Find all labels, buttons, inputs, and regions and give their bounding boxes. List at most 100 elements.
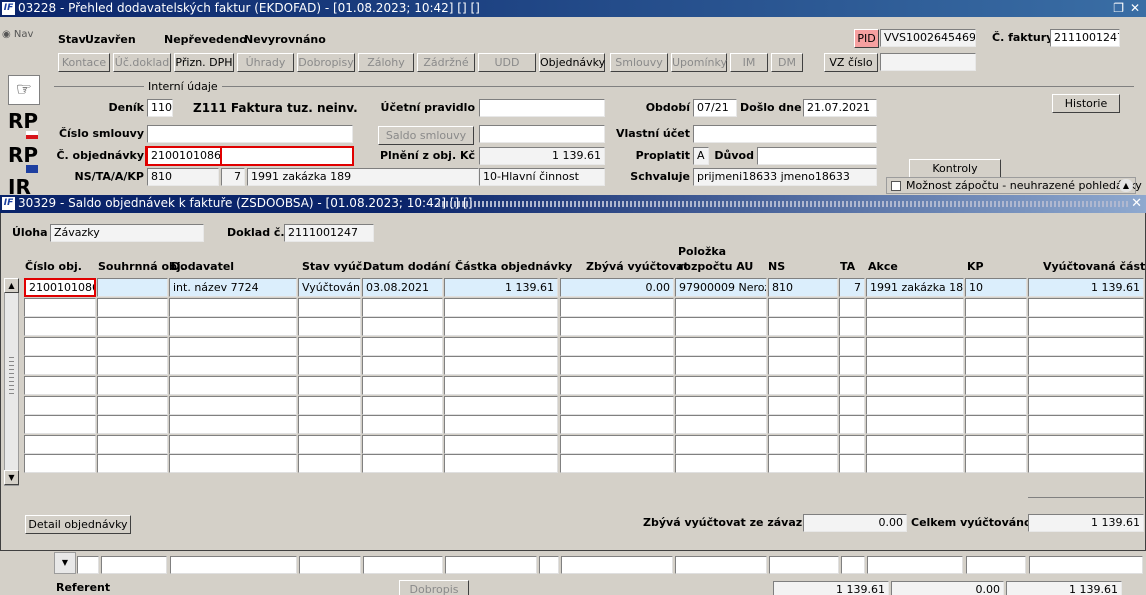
empty-cell[interactable] — [768, 434, 838, 454]
ns-field[interactable]: 810 — [147, 168, 219, 186]
empty-cell[interactable] — [24, 356, 96, 376]
empty-cell[interactable] — [362, 415, 443, 435]
empty-cell[interactable] — [839, 336, 865, 356]
row1-stav[interactable]: Vyúčtováno — [298, 278, 361, 297]
empty-cell[interactable] — [866, 336, 964, 356]
duvod-field[interactable] — [757, 147, 877, 165]
empty-cell[interactable] — [675, 297, 767, 317]
empty-cell[interactable] — [965, 297, 1027, 317]
scroll-up-icon[interactable]: ▲ — [1119, 179, 1133, 192]
empty-cell[interactable] — [444, 376, 558, 395]
cislo-objednavky-field[interactable]: 2100101086 — [146, 146, 222, 166]
row1-kp[interactable]: 10 — [965, 278, 1027, 297]
empty-cell[interactable] — [298, 434, 361, 454]
empty-cell[interactable] — [362, 376, 443, 395]
zbyva-ze-zavazku-field[interactable]: 0.00 — [803, 514, 907, 532]
bottom-scroll-down-icon[interactable]: ▼ — [54, 552, 76, 574]
bottom-grid-cell[interactable] — [966, 556, 1026, 574]
row1-zbyva[interactable]: 0.00 — [560, 278, 674, 297]
empty-cell[interactable] — [24, 336, 96, 356]
empty-cell[interactable] — [768, 395, 838, 415]
empty-cell[interactable] — [866, 454, 964, 474]
empty-cell[interactable] — [169, 395, 297, 415]
empty-cell[interactable] — [1028, 415, 1144, 435]
empty-cell[interactable] — [768, 317, 838, 337]
detail-objednavky-button[interactable]: Detail objednávky — [25, 515, 131, 534]
empty-cell[interactable] — [675, 415, 767, 435]
empty-cell[interactable] — [362, 356, 443, 376]
empty-cell[interactable] — [1028, 356, 1144, 376]
empty-cell[interactable] — [298, 376, 361, 395]
empty-cell[interactable] — [866, 376, 964, 395]
close-icon[interactable]: ✕ — [1130, 0, 1140, 17]
empty-cell[interactable] — [839, 434, 865, 454]
empty-cell[interactable] — [1028, 317, 1144, 337]
empty-cell[interactable] — [768, 376, 838, 395]
empty-cell[interactable] — [560, 297, 674, 317]
empty-cell[interactable] — [560, 415, 674, 435]
row1-dodavatel[interactable]: int. název 7724 — [169, 278, 297, 297]
proplatit-field[interactable]: A — [693, 147, 709, 165]
cislo-smlouvy-field[interactable] — [147, 125, 353, 143]
empty-cell[interactable] — [768, 297, 838, 317]
denik-field[interactable]: 110 — [147, 99, 173, 117]
row1-polozka[interactable]: 97900009 Nerozliš — [675, 278, 767, 297]
row1-akce[interactable]: 1991 zakázka 189 — [866, 278, 964, 297]
empty-cell[interactable] — [965, 434, 1027, 454]
empty-cell[interactable] — [560, 434, 674, 454]
empty-cell[interactable] — [839, 356, 865, 376]
empty-cell[interactable] — [560, 395, 674, 415]
empty-cell[interactable] — [97, 415, 168, 435]
table-scrollbar[interactable]: ▲ ▼ — [4, 278, 19, 486]
empty-cell[interactable] — [839, 415, 865, 435]
cislo-faktury-field[interactable]: 2111001247 — [1050, 29, 1120, 47]
empty-cell[interactable] — [768, 454, 838, 474]
bottom-grid-cell[interactable] — [841, 556, 865, 574]
empty-cell[interactable] — [866, 317, 964, 337]
empty-cell[interactable] — [560, 336, 674, 356]
empty-cell[interactable] — [444, 454, 558, 474]
empty-cell[interactable] — [866, 415, 964, 435]
upominky-button[interactable]: Upomínky — [671, 53, 727, 72]
obdobi-field[interactable]: 07/21 — [693, 99, 737, 117]
bottom-grid-cell[interactable] — [769, 556, 839, 574]
pid-field[interactable]: VVS1002645469 — [880, 29, 976, 47]
empty-cell[interactable] — [965, 317, 1027, 337]
celkem-vyuctovano-field[interactable]: 1 139.61 — [1028, 514, 1144, 532]
empty-cell[interactable] — [1028, 395, 1144, 415]
restore-icon[interactable]: ❐ — [1113, 0, 1124, 17]
ta-field[interactable]: 7 — [221, 168, 245, 186]
empty-cell[interactable] — [298, 454, 361, 474]
bottom-grid-cell[interactable] — [101, 556, 167, 574]
bottom-grid-cell[interactable] — [363, 556, 443, 574]
empty-cell[interactable] — [97, 356, 168, 376]
empty-cell[interactable] — [560, 454, 674, 474]
uhrady-button[interactable]: Úhrady — [237, 53, 294, 72]
empty-cell[interactable] — [24, 454, 96, 474]
empty-cell[interactable] — [298, 297, 361, 317]
row1-castka[interactable]: 1 139.61 — [444, 278, 558, 297]
empty-cell[interactable] — [444, 356, 558, 376]
doslo-dne-field[interactable]: 21.07.2021 — [803, 99, 877, 117]
empty-cell[interactable] — [97, 395, 168, 415]
row1-ta[interactable]: 7 — [839, 278, 865, 297]
empty-cell[interactable] — [298, 317, 361, 337]
empty-cell[interactable] — [965, 376, 1027, 395]
vz-cislo-field[interactable] — [880, 53, 976, 71]
empty-cell[interactable] — [560, 317, 674, 337]
empty-cell[interactable] — [169, 356, 297, 376]
bottom-total-2[interactable]: 0.00 — [891, 581, 1004, 595]
empty-cell[interactable] — [298, 356, 361, 376]
kontroly-button[interactable]: Kontroly — [909, 159, 1001, 178]
historie-button[interactable]: Historie — [1052, 94, 1120, 113]
bottom-grid-cell[interactable] — [675, 556, 767, 574]
empty-cell[interactable] — [362, 395, 443, 415]
empty-cell[interactable] — [675, 454, 767, 474]
empty-cell[interactable] — [965, 356, 1027, 376]
empty-cell[interactable] — [1028, 434, 1144, 454]
empty-cell[interactable] — [675, 317, 767, 337]
empty-cell[interactable] — [97, 454, 168, 474]
empty-cell[interactable] — [169, 415, 297, 435]
saldo-close-icon[interactable]: ✕ — [1131, 195, 1142, 212]
empty-cell[interactable] — [362, 336, 443, 356]
